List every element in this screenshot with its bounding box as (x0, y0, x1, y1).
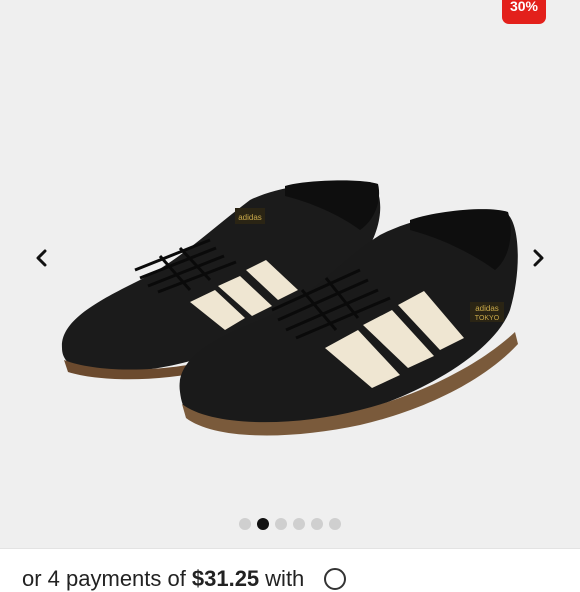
divider (0, 548, 580, 549)
pagination-dot-5[interactable] (311, 518, 323, 530)
installment-prefix: or 4 payments of (22, 566, 186, 591)
discount-badge-label: 30% (509, 0, 539, 14)
info-icon[interactable] (324, 568, 347, 590)
pagination-dot-3[interactable] (275, 518, 287, 530)
discount-badge: 30% (502, 0, 546, 24)
shoe-brand-text-back: adidas (238, 213, 262, 222)
shoe-brand-text-front: adidas (475, 304, 499, 313)
installment-suffix: with (265, 566, 305, 591)
installment-payment-message: or 4 payments of $31.25 with (22, 566, 347, 592)
pagination-dot-2[interactable] (257, 518, 269, 530)
installment-amount: $31.25 (191, 566, 260, 591)
shoe-model-text: TOKYO (475, 315, 500, 322)
pagination-dot-4[interactable] (293, 518, 305, 530)
product-image-gallery[interactable]: 30% adidas adidas TOKYO (0, 0, 580, 548)
pagination-dot-1[interactable] (239, 518, 251, 530)
pagination-dot-6[interactable] (329, 518, 341, 530)
product-shoe-image: adidas adidas TOKYO (61, 180, 518, 436)
image-pagination-dots (0, 518, 580, 530)
